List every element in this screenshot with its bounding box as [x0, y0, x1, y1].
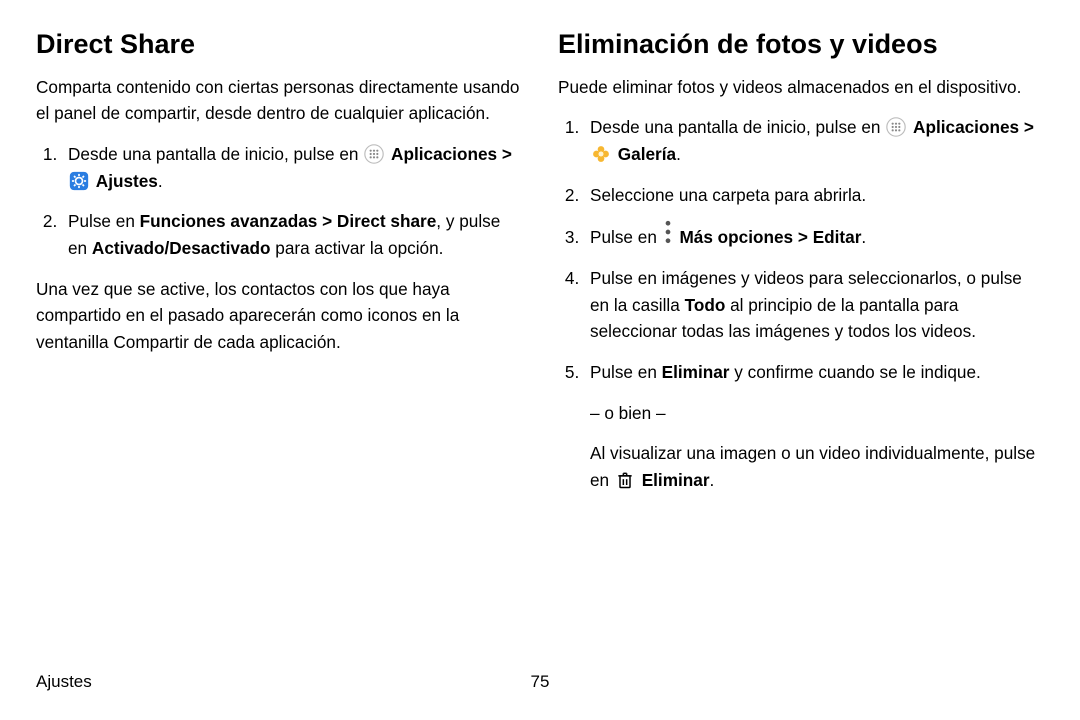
- gallery-flower-icon: [591, 144, 611, 164]
- period: .: [861, 227, 866, 247]
- or-divider: – o bien –: [590, 400, 1044, 427]
- period: .: [158, 171, 163, 191]
- outro-direct-share: Una vez que se active, los contactos con…: [36, 276, 522, 356]
- step-4: Pulse en imágenes y videos para seleccio…: [584, 265, 1044, 345]
- step-3-b: Más opciones > Editar: [679, 227, 861, 247]
- step-2-post: para activar la opción.: [271, 238, 444, 258]
- step-1-text: Desde una pantalla de inicio, pulse en: [590, 117, 885, 137]
- step-4-b: Todo: [685, 295, 726, 315]
- step-5-b: Eliminar: [662, 362, 730, 382]
- step-2-b2: Activado/Desactivado: [92, 238, 271, 258]
- step-5: Pulse en Eliminar y confirme cuando se l…: [584, 359, 1044, 494]
- step-1: Desde una pantalla de inicio, pulse en A…: [584, 114, 1044, 167]
- gt-sep: >: [502, 144, 512, 164]
- alt-instruction: Al visualizar una imagen o un video indi…: [590, 440, 1044, 493]
- trash-icon: [615, 470, 635, 490]
- more-options-icon: [663, 222, 673, 242]
- page-body: Direct Share Comparta contenido con cier…: [0, 0, 1080, 508]
- page-footer: Ajustes 75: [36, 672, 1044, 692]
- step-5-pre: Pulse en: [590, 362, 662, 382]
- apps-grid-icon: [886, 117, 906, 137]
- ajustes-label: Ajustes: [96, 171, 158, 191]
- footer-section-label: Ajustes: [36, 672, 92, 692]
- steps-direct-share: Desde una pantalla de inicio, pulse en A…: [36, 141, 522, 262]
- step-2-b1: Funciones avanzadas > Direct share: [140, 211, 437, 231]
- step-3: Pulse en Más opciones > Editar.: [584, 222, 1044, 251]
- intro-eliminacion: Puede eliminar fotos y videos almacenado…: [558, 74, 1044, 101]
- step-2: Seleccione una carpeta para abrirla.: [584, 182, 1044, 209]
- column-left: Direct Share Comparta contenido con cier…: [36, 28, 522, 508]
- period: .: [676, 144, 681, 164]
- galeria-label: Galería: [618, 144, 676, 164]
- settings-gear-icon: [69, 171, 89, 191]
- step-2-pre: Pulse en: [68, 211, 140, 231]
- step-5-post: y confirme cuando se le indique.: [730, 362, 981, 382]
- intro-direct-share: Comparta contenido con ciertas personas …: [36, 74, 522, 127]
- apps-label: Aplicaciones: [913, 117, 1019, 137]
- apps-label: Aplicaciones: [391, 144, 497, 164]
- step-1: Desde una pantalla de inicio, pulse en A…: [62, 141, 522, 194]
- alt-b: Eliminar: [642, 470, 710, 490]
- heading-direct-share: Direct Share: [36, 28, 522, 62]
- apps-grid-icon: [364, 144, 384, 164]
- steps-eliminacion: Desde una pantalla de inicio, pulse en A…: [558, 114, 1044, 493]
- step-3-pre: Pulse en: [590, 227, 662, 247]
- footer-page-number: 75: [531, 672, 550, 692]
- column-right: Eliminación de fotos y videos Puede elim…: [558, 28, 1044, 508]
- period: .: [710, 470, 715, 490]
- gt-sep: >: [1024, 117, 1034, 137]
- step-2: Pulse en Funciones avanzadas > Direct sh…: [62, 208, 522, 261]
- heading-eliminacion: Eliminación de fotos y videos: [558, 28, 1044, 62]
- step-1-text: Desde una pantalla de inicio, pulse en: [68, 144, 363, 164]
